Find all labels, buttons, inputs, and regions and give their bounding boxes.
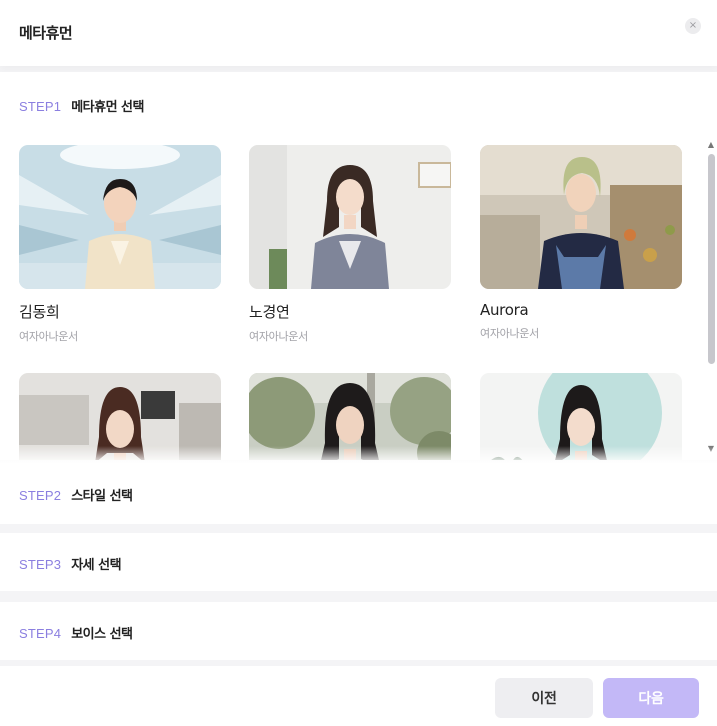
modal-header: 메타휴먼 × xyxy=(0,0,717,66)
list-fade-overlay xyxy=(0,446,717,464)
scroll-up-arrow-icon[interactable]: ▲ xyxy=(707,140,715,150)
step3-header[interactable]: STEP3 자세 선택 xyxy=(19,554,122,573)
avatar-category: 여자아나운서 xyxy=(249,330,308,343)
avatar-thumbnail xyxy=(480,145,682,289)
modal-footer: 이전 다음 xyxy=(0,666,717,726)
avatar-category: 여자아나운서 xyxy=(480,327,539,340)
avatar-thumbnail xyxy=(249,145,451,289)
step1-header[interactable]: STEP1 메타휴먼 선택 xyxy=(19,96,144,115)
metahuman-modal: 메타휴먼 × STEP1 메타휴먼 선택 김동희 여자아나운서 노경연 여자아나… xyxy=(0,0,717,726)
step4-number: STEP4 xyxy=(19,626,62,641)
close-icon: × xyxy=(688,20,698,31)
step1-title: 메타휴먼 선택 xyxy=(71,100,144,115)
step4-section[interactable]: STEP4 보이스 선택 xyxy=(0,602,717,660)
step2-title: 스타일 선택 xyxy=(71,489,133,504)
avatar-name: Aurora xyxy=(480,301,529,319)
step4-title: 보이스 선택 xyxy=(71,627,133,642)
step1-number: STEP1 xyxy=(19,99,62,114)
avatar-name: 노경연 xyxy=(249,303,290,321)
step3-section[interactable]: STEP3 자세 선택 xyxy=(0,533,717,591)
step4-header[interactable]: STEP4 보이스 선택 xyxy=(19,623,133,642)
step2-section[interactable]: STEP2 스타일 선택 xyxy=(0,464,717,524)
scroll-thumb[interactable] xyxy=(708,154,715,364)
step2-header[interactable]: STEP2 스타일 선택 xyxy=(19,485,133,504)
modal-title: 메타휴먼 xyxy=(19,24,73,42)
step2-number: STEP2 xyxy=(19,488,62,503)
avatar-thumbnail xyxy=(19,145,221,289)
avatar-category: 여자아나운서 xyxy=(19,330,78,343)
step3-title: 자세 선택 xyxy=(71,558,122,573)
avatar-list-scrollbar[interactable]: ▲ ▼ xyxy=(705,138,717,456)
next-button[interactable]: 다음 xyxy=(603,678,699,718)
step3-number: STEP3 xyxy=(19,557,62,572)
prev-button[interactable]: 이전 xyxy=(495,678,593,718)
avatar-card-1[interactable]: 김동희 여자아나운서 xyxy=(19,145,221,344)
step1-section: STEP1 메타휴먼 선택 김동희 여자아나운서 노경연 여자아나운서 Auro… xyxy=(0,72,717,460)
close-button[interactable]: × xyxy=(685,18,701,34)
avatar-card-3[interactable]: Aurora 여자아나운서 xyxy=(480,145,682,341)
avatar-name: 김동희 xyxy=(19,303,60,321)
avatar-card-2[interactable]: 노경연 여자아나운서 xyxy=(249,145,451,344)
